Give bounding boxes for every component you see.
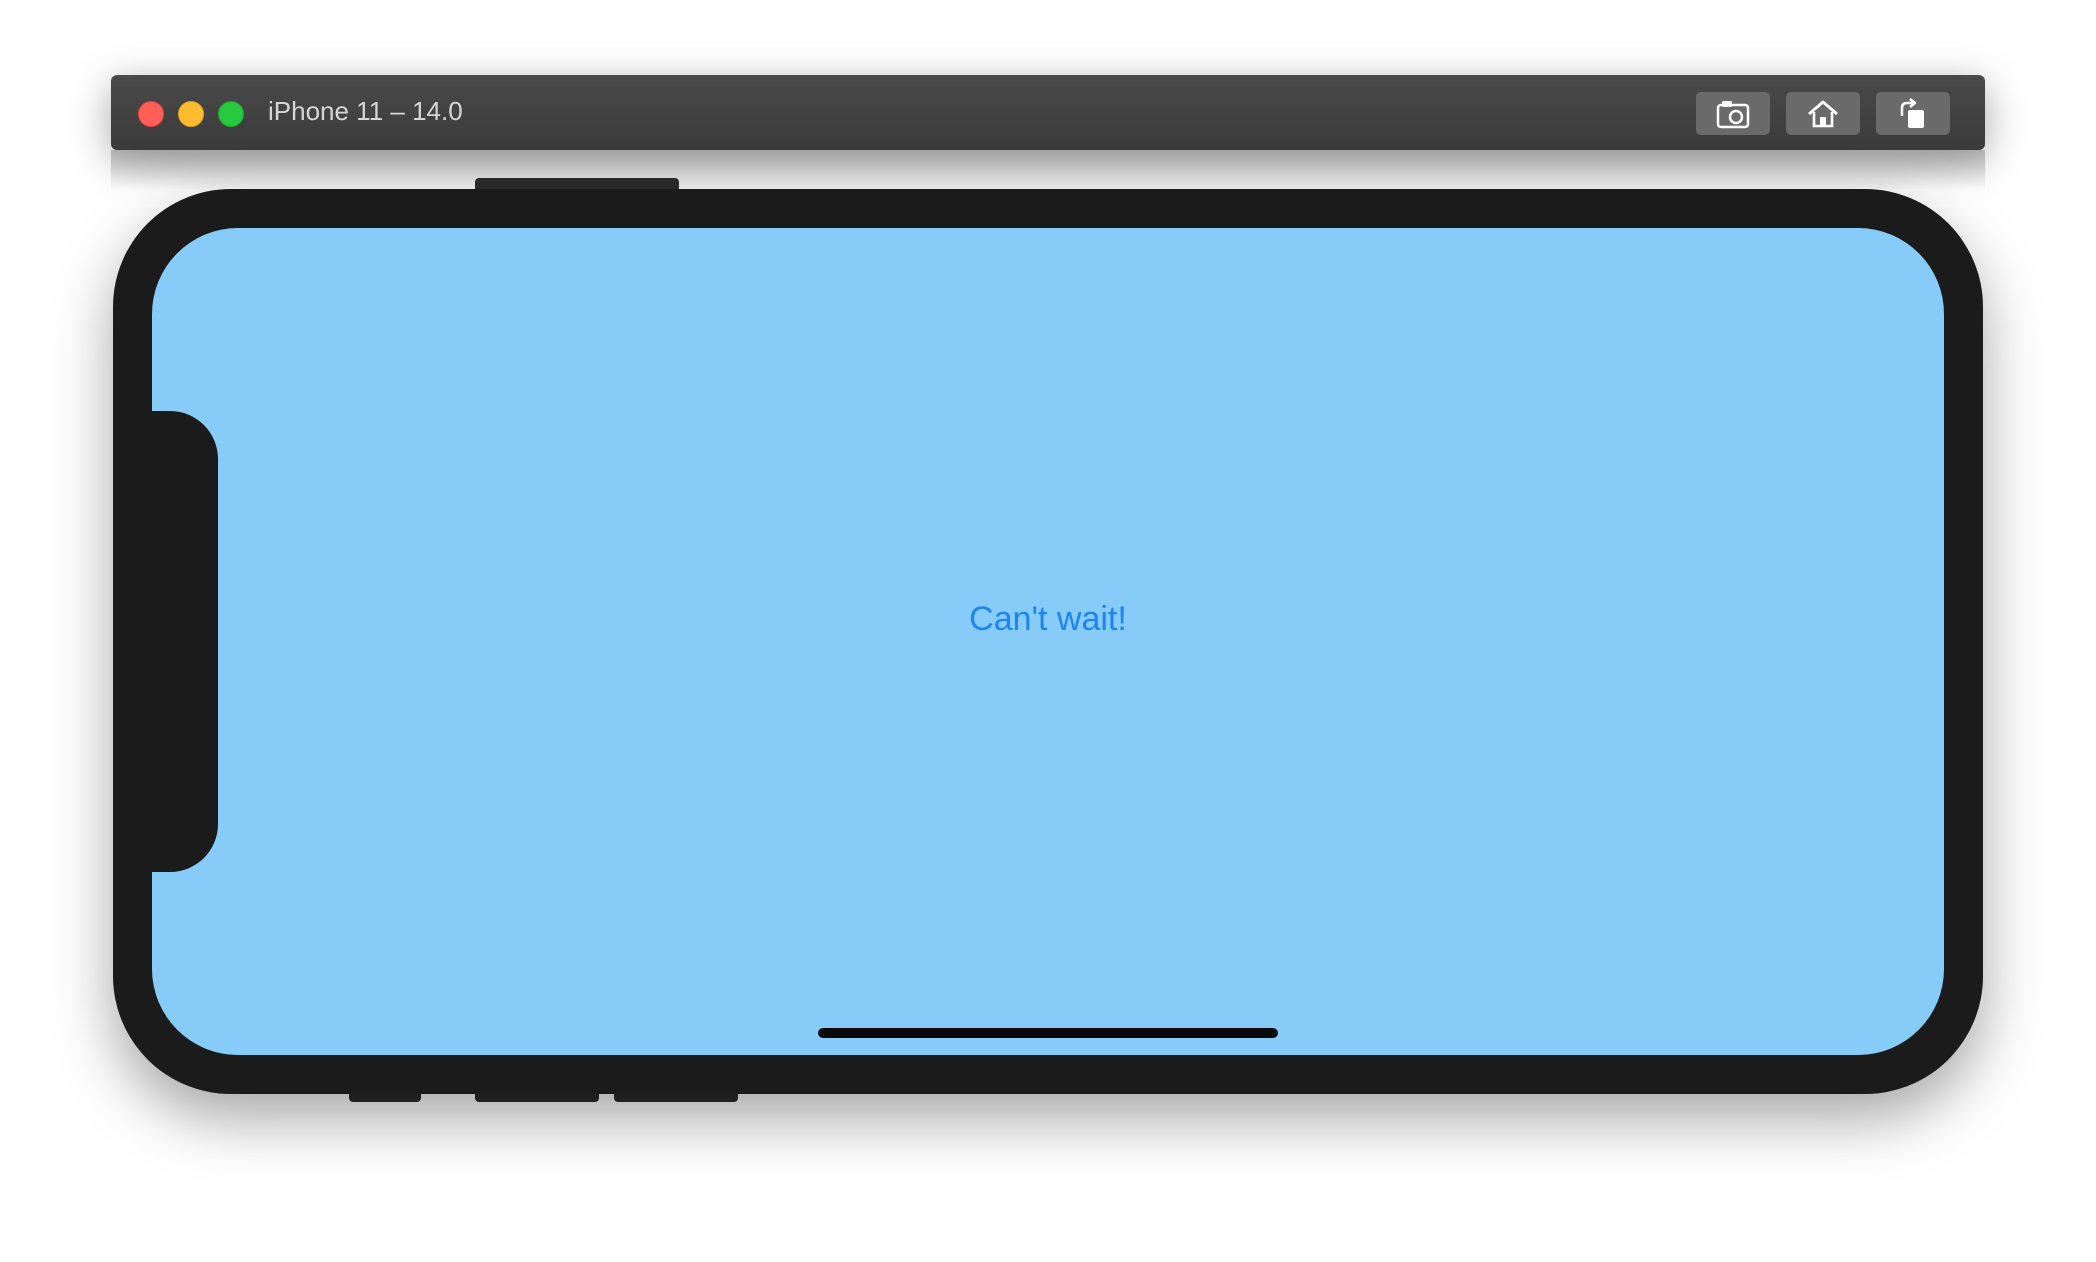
- home-icon: [1808, 100, 1838, 127]
- rotate-icon: [1900, 97, 1924, 128]
- window-title: iPhone 11 – 14.0: [268, 96, 463, 126]
- zoom-window-button[interactable]: [218, 101, 244, 127]
- screenshot-button[interactable]: [1696, 92, 1770, 135]
- simulator-stage: iPhone 11 – 14.0 Can't wait!: [0, 0, 2096, 1262]
- home-button[interactable]: [1786, 92, 1860, 135]
- minimize-window-button[interactable]: [178, 101, 204, 127]
- device-notch: [152, 411, 218, 872]
- home-indicator[interactable]: [818, 1028, 1278, 1038]
- titlebar-shadow: [111, 150, 1985, 190]
- simulator-titlebar[interactable]: iPhone 11 – 14.0: [111, 75, 1985, 150]
- rotate-button[interactable]: [1876, 92, 1950, 135]
- device-screen[interactable]: Can't wait!: [152, 228, 1944, 1055]
- close-window-button[interactable]: [138, 101, 164, 127]
- camera-icon: [1716, 100, 1750, 128]
- cant-wait-label: Can't wait!: [969, 600, 1127, 638]
- iphone-device-frame: Can't wait!: [113, 189, 1983, 1094]
